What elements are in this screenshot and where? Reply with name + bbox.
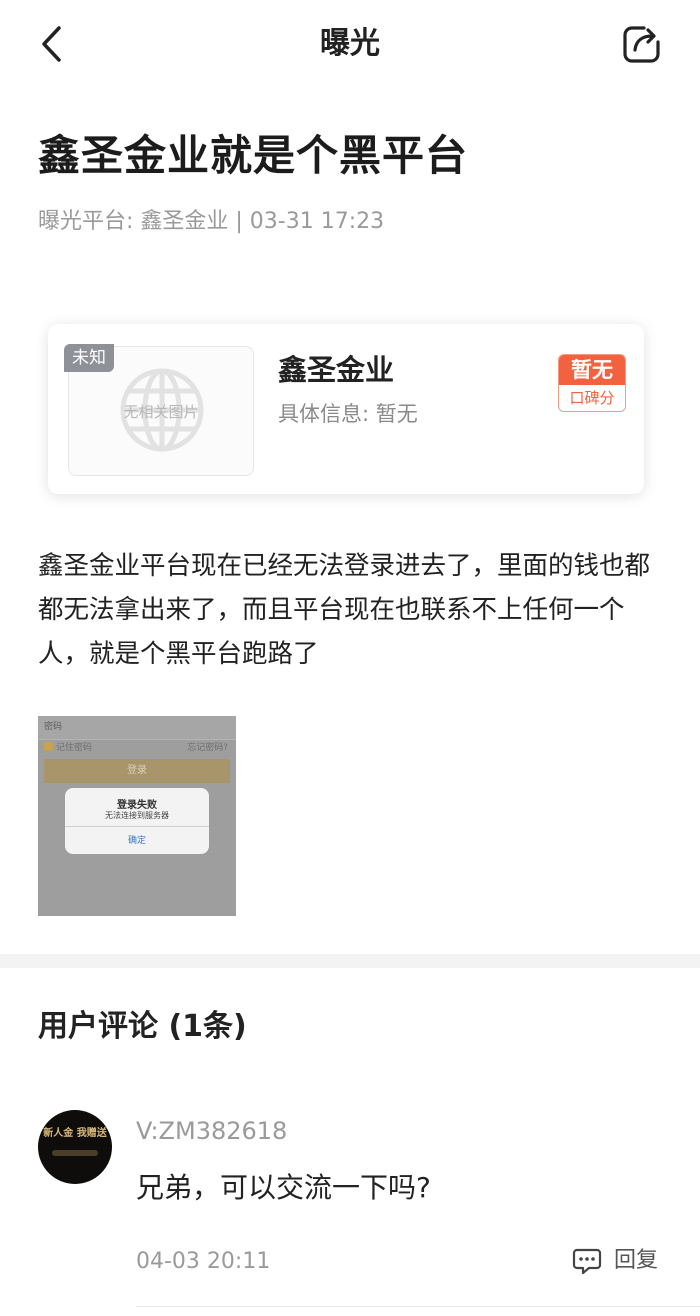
nav-bar: 曝光 xyxy=(0,0,700,88)
post-title: 鑫圣金业就是个黑平台 xyxy=(38,131,469,180)
attachment-image[interactable]: 密码 记住密码 忘记密码? 登录 登录失败 无法连接到服务器 确定 xyxy=(38,716,236,916)
attachment-dialog: 登录失败 无法连接到服务器 确定 xyxy=(65,788,209,854)
attachment-dialog-confirm: 确定 xyxy=(127,836,146,846)
score-label: 口碑分 xyxy=(559,385,625,411)
comment-time: 04-03 20:11 xyxy=(136,1249,271,1274)
no-image-text: 无相关图片 xyxy=(123,403,199,421)
comment-divider xyxy=(136,1306,700,1307)
comments-title: 用户评论 (1条) xyxy=(38,1009,247,1044)
attachment-forgot-label: 忘记密码? xyxy=(187,743,228,753)
status-badge: 未知 xyxy=(64,344,114,372)
reply-label: 回复 xyxy=(614,1248,659,1273)
post-meta: 曝光平台: 鑫圣金业 | 03-31 17:23 xyxy=(38,209,385,234)
post-body: 鑫圣金业平台现在已经无法登录进去了，里面的钱也都都无法拿出来了，而且平台现在也联… xyxy=(38,551,651,669)
comment-username[interactable]: V:ZM382618 xyxy=(136,1114,287,1148)
avatar[interactable]: 新人金 我赠送 xyxy=(38,1110,112,1184)
checkbox-icon xyxy=(44,742,53,751)
attachment-login-label: 登录 xyxy=(44,759,230,783)
share-button[interactable] xyxy=(620,22,664,66)
comment-icon xyxy=(572,1248,602,1275)
broker-name: 鑫圣金业 xyxy=(278,353,395,387)
score-value: 暂无 xyxy=(559,355,625,385)
attachment-field-text: 密码 xyxy=(44,722,63,732)
page-title: 曝光 xyxy=(320,26,380,61)
broker-info: 具体信息: 暂无 xyxy=(278,402,418,426)
reply-button[interactable]: 回复 xyxy=(572,1244,658,1278)
comment-text: 兄弟，可以交流一下吗? xyxy=(136,1171,431,1204)
avatar-text: 新人金 我赠送 xyxy=(43,1128,107,1139)
broker-card[interactable]: 未知 无相关图片 鑫圣金业 具体信息: 暂无 暂无 口碑分 xyxy=(48,324,644,494)
attachment-remember-label: 记住密码 xyxy=(56,743,93,753)
attachment-dialog-title: 登录失败 xyxy=(117,800,157,811)
section-divider xyxy=(0,954,700,968)
reputation-score-badge: 暂无 口碑分 xyxy=(558,354,626,412)
attachment-dialog-message: 无法连接到服务器 xyxy=(105,811,169,820)
share-icon xyxy=(623,26,660,63)
